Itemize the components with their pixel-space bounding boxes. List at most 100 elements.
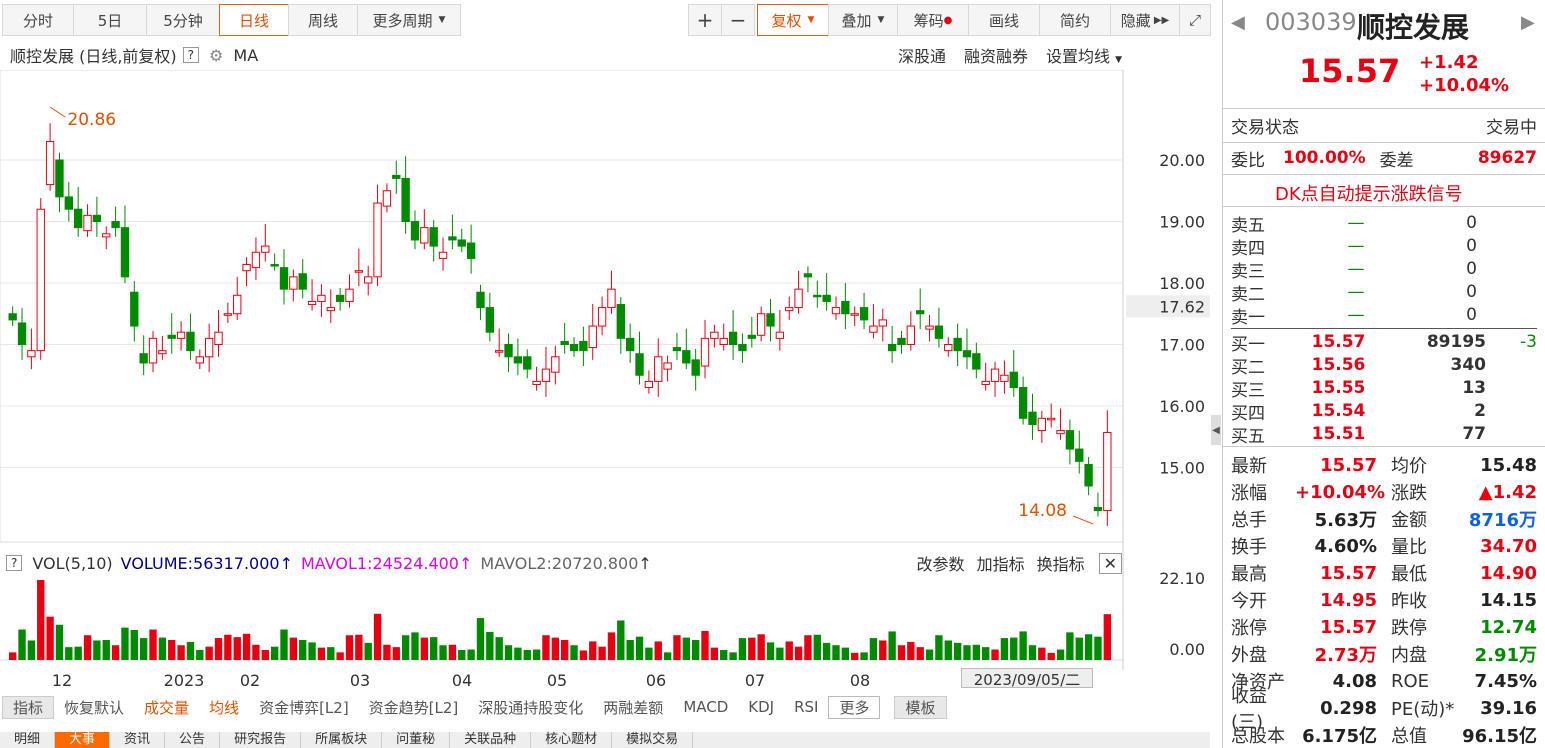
info-tab[interactable]: 关联品种	[450, 732, 532, 748]
simple-button[interactable]: 简约	[1039, 4, 1111, 36]
vol-bar	[551, 637, 559, 660]
candle	[1065, 430, 1075, 450]
next-stock-icon[interactable]: ▶	[1521, 12, 1535, 33]
buy-row: 买三 15.55 13	[1231, 378, 1486, 401]
draw-button[interactable]: 画线	[968, 4, 1040, 36]
vol-bar	[336, 652, 344, 660]
info-tab[interactable]: 问董秘	[382, 732, 451, 748]
chips-button[interactable]: 筹码 ●	[897, 4, 969, 36]
candle	[176, 331, 186, 339]
tab-reset[interactable]: 恢复默认	[54, 697, 134, 718]
switch-indicator-link[interactable]: 换指标	[1037, 551, 1085, 575]
link-sgt[interactable]: 深股通	[898, 43, 946, 67]
vol-bar	[822, 642, 831, 660]
vol-bar	[635, 636, 644, 660]
info-tab[interactable]: 研究报告	[220, 732, 302, 748]
tab-kdj[interactable]: KDJ	[738, 698, 784, 716]
info-tab[interactable]: 资讯	[110, 732, 166, 748]
gear-icon[interactable]: ⚙	[209, 46, 223, 65]
info-tab[interactable]: 核心题材	[531, 732, 613, 748]
tab-more[interactable]: 更多	[828, 695, 881, 719]
overlay-dropdown[interactable]: 叠加 ▼	[828, 4, 898, 36]
tab-fenshi[interactable]: 分时	[2, 4, 74, 36]
add-indicator-link[interactable]: 加指标	[977, 551, 1025, 575]
tab-5day[interactable]: 5日	[73, 4, 147, 36]
vol-help-icon[interactable]: ?	[6, 555, 23, 571]
candle	[869, 325, 878, 333]
candle	[420, 227, 429, 244]
kline-chart[interactable]: 20.00 19.00 18.00 17.00 16.00 15.00 17.62 20.86…	[0, 70, 1212, 690]
vol-bar	[111, 645, 120, 660]
candle	[972, 353, 981, 370]
vol-bar	[495, 637, 503, 660]
vol-bar	[317, 647, 326, 660]
candle	[45, 141, 55, 186]
more-periods-dropdown[interactable]: 更多周期 ▼	[357, 4, 461, 36]
candle	[710, 331, 719, 339]
candle	[73, 208, 83, 229]
vol-bar	[879, 640, 887, 660]
change-params-link[interactable]: 改参数	[917, 551, 965, 575]
candle	[523, 356, 532, 370]
zoom-in-button[interactable]: +	[688, 4, 722, 36]
vol-bar	[907, 641, 915, 660]
candle	[251, 251, 261, 269]
candle	[298, 273, 307, 290]
vol-bar	[673, 635, 681, 660]
vol-bar	[944, 640, 952, 660]
candle	[448, 236, 457, 241]
info-tab[interactable]: 公告	[165, 732, 221, 748]
vol-bar	[9, 652, 17, 660]
tab-5min[interactable]: 5分钟	[146, 4, 220, 36]
tab-indicator[interactable]: 指标	[2, 695, 55, 719]
help-icon[interactable]: ?	[182, 47, 200, 63]
info-tab[interactable]: 大事	[55, 732, 111, 748]
tab-sgt-holding[interactable]: 深股通持股变化	[468, 697, 593, 718]
tab-volume[interactable]: 成交量	[134, 697, 199, 718]
candle	[616, 304, 625, 339]
candle	[410, 221, 420, 241]
vol-bar	[27, 640, 36, 660]
prev-stock-icon[interactable]: ◀	[1231, 12, 1245, 33]
candle	[261, 245, 270, 253]
candle	[289, 276, 298, 290]
tab-weekly[interactable]: 周线	[288, 4, 358, 36]
hide-button[interactable]: 隐藏 ▶▶	[1110, 4, 1180, 36]
vol-bar	[953, 642, 962, 660]
set-ma-dropdown[interactable]: 设置均线 ▼	[1046, 43, 1122, 67]
tab-macd[interactable]: MACD	[673, 698, 738, 716]
buy-row: 买四 15.54 2	[1231, 401, 1486, 424]
collapse-panel-icon[interactable]: ◀	[1211, 415, 1221, 445]
tab-fund-trend[interactable]: 资金趋势[L2]	[359, 697, 469, 718]
fullscreen-icon[interactable]: ⤢	[1179, 4, 1211, 36]
vol-bar	[776, 647, 784, 660]
tab-margin-diff[interactable]: 两融差额	[593, 697, 673, 718]
y-tick-label: 17.00	[1159, 336, 1205, 355]
price-pct: +10.04%	[1419, 75, 1510, 96]
close-icon[interactable]: ✕	[1098, 552, 1122, 574]
tab-daily[interactable]: 日线	[219, 4, 289, 36]
vol-bar	[139, 638, 148, 660]
vol-bar	[729, 652, 737, 660]
tab-ma[interactable]: 均线	[199, 697, 249, 718]
tab-fund-game[interactable]: 资金博弈[L2]	[249, 697, 359, 718]
candle	[569, 344, 579, 352]
info-tab[interactable]: 模拟交易	[612, 732, 694, 748]
x-tick-label: 03	[350, 671, 370, 690]
tab-template[interactable]: 模板	[894, 695, 947, 719]
info-tab[interactable]: 所属板块	[301, 732, 383, 748]
vol-bar	[168, 640, 176, 660]
link-margin[interactable]: 融资融券	[964, 43, 1028, 67]
vol-bar	[897, 645, 906, 660]
dk-signal-link[interactable]: DK点自动提示涨跌信号	[1275, 180, 1463, 206]
zoom-out-button[interactable]: −	[721, 4, 755, 36]
tab-rsi[interactable]: RSI	[784, 698, 828, 716]
candle	[897, 337, 906, 346]
vol-bar	[439, 645, 447, 660]
info-tab[interactable]: 明细	[0, 732, 56, 748]
mavol1-value: MAVOL1:24524.400	[300, 553, 459, 573]
vol-bar	[177, 645, 185, 660]
fuquan-dropdown[interactable]: 复权 ▼	[757, 4, 829, 36]
high-label: 20.86	[67, 110, 116, 130]
candle	[738, 344, 747, 352]
